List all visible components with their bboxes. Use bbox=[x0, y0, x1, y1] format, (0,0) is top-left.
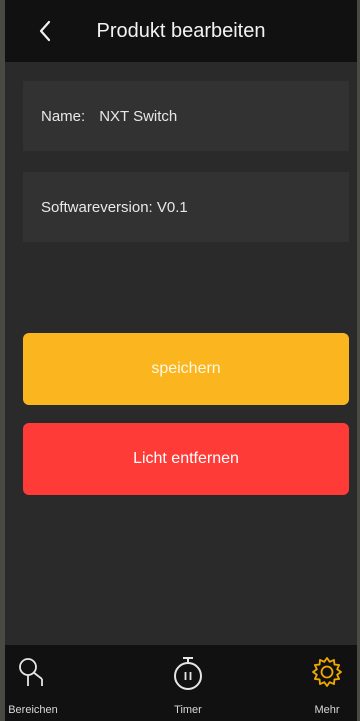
tab-bereichen[interactable]: Bereichen bbox=[0, 645, 73, 721]
tab-bar: Bereichen Timer Mehr bbox=[5, 645, 357, 721]
name-label: Name: bbox=[41, 107, 86, 125]
software-version-text: Softwareversion: V0.1 bbox=[41, 198, 188, 216]
chevron-left-icon bbox=[39, 20, 51, 42]
stopwatch-icon bbox=[174, 657, 202, 690]
tab-mehr[interactable]: Mehr bbox=[287, 645, 360, 721]
tab-label-bereichen: Bereichen bbox=[8, 704, 58, 716]
product-name-card[interactable]: Name: NXT Switch bbox=[23, 81, 349, 151]
header-bar: Produkt bearbeiten bbox=[5, 0, 357, 62]
name-value: NXT Switch bbox=[99, 107, 178, 125]
lamp-icon bbox=[19, 658, 43, 686]
remove-light-button[interactable]: Licht entfernen bbox=[23, 423, 349, 495]
tab-label-mehr: Mehr bbox=[314, 704, 340, 716]
save-button[interactable]: speichern bbox=[23, 333, 349, 405]
gear-icon bbox=[312, 657, 342, 687]
tab-timer[interactable]: Timer bbox=[148, 645, 228, 721]
page-title: Produkt bearbeiten bbox=[96, 19, 266, 42]
device-frame-left bbox=[0, 0, 5, 721]
software-version-card: Softwareversion: V0.1 bbox=[23, 172, 349, 242]
back-button[interactable] bbox=[33, 17, 57, 45]
tab-label-timer: Timer bbox=[174, 704, 202, 716]
